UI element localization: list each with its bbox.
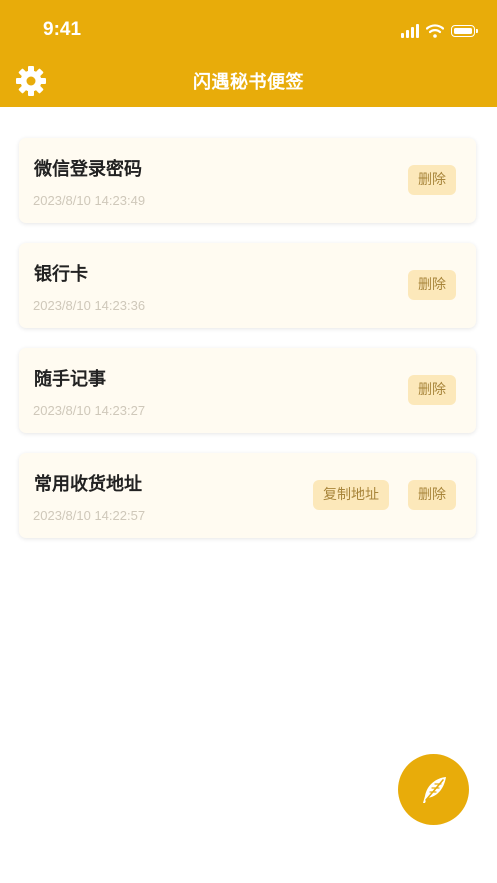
note-card[interactable]: 银行卡 2023/8/10 14:23:36 删除 bbox=[19, 243, 476, 328]
note-title: 银行卡 bbox=[34, 264, 88, 285]
battery-icon bbox=[451, 25, 478, 37]
status-bar: 9:41 bbox=[0, 0, 497, 60]
cellular-signal-icon bbox=[401, 24, 419, 38]
note-card[interactable]: 微信登录密码 2023/8/10 14:23:49 删除 bbox=[19, 138, 476, 223]
delete-button[interactable]: 删除 bbox=[408, 375, 456, 405]
note-timestamp: 2023/8/10 14:23:36 bbox=[33, 298, 146, 313]
note-timestamp: 2023/8/10 14:23:49 bbox=[33, 193, 146, 208]
notes-list: 微信登录密码 2023/8/10 14:23:49 删除 银行卡 2023/8/… bbox=[19, 138, 476, 558]
delete-button[interactable]: 删除 bbox=[408, 480, 456, 510]
note-timestamp: 2023/8/10 14:23:27 bbox=[33, 403, 146, 418]
copy-address-button[interactable]: 复制地址 bbox=[313, 480, 389, 510]
delete-button[interactable]: 删除 bbox=[408, 165, 456, 195]
note-title: 随手记事 bbox=[34, 369, 106, 390]
status-time: 9:41 bbox=[43, 19, 82, 40]
note-title: 常用收货地址 bbox=[34, 474, 142, 495]
note-card[interactable]: 随手记事 2023/8/10 14:23:27 删除 bbox=[19, 348, 476, 433]
delete-button[interactable]: 删除 bbox=[408, 270, 456, 300]
note-timestamp: 2023/8/10 14:22:57 bbox=[33, 508, 146, 523]
new-note-button[interactable] bbox=[398, 754, 469, 825]
app-header: 9:41 闪遇秘书便签 bbox=[0, 0, 497, 107]
page-title: 闪遇秘书便签 bbox=[193, 72, 304, 93]
feather-icon bbox=[422, 776, 446, 803]
note-card[interactable]: 常用收货地址 2023/8/10 14:22:57 复制地址 删除 bbox=[19, 453, 476, 538]
status-icons bbox=[401, 22, 478, 40]
note-title: 微信登录密码 bbox=[34, 159, 142, 180]
wifi-icon bbox=[426, 24, 444, 38]
